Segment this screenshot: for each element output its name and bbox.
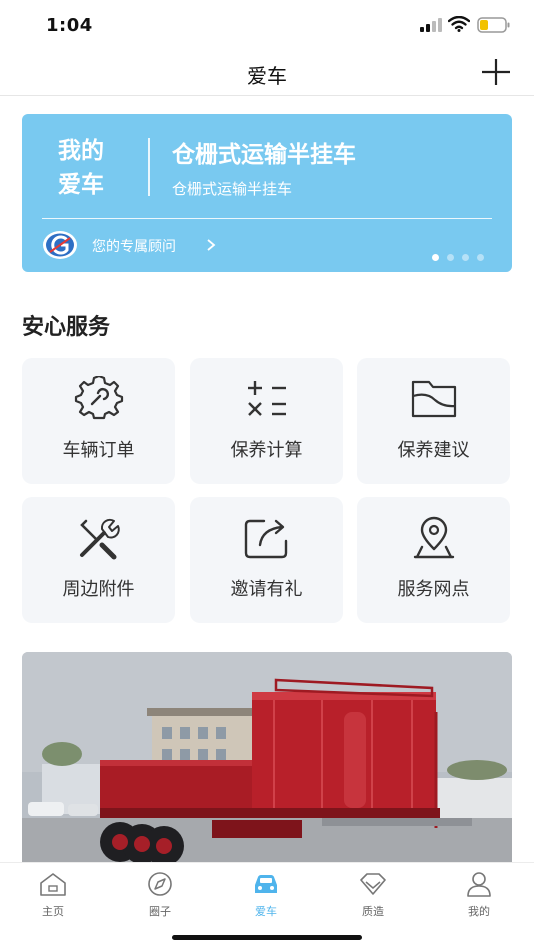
tab-label: 我的 — [468, 905, 490, 918]
service-maintenance-advice[interactable]: 保养建议 — [357, 358, 510, 484]
car-icon — [255, 875, 277, 893]
car-subtitle: 仓栅式运输半挂车 — [172, 180, 293, 198]
home-icon — [40, 873, 66, 896]
advisor-link-label[interactable]: 您的专属顾问 — [92, 236, 176, 256]
service-label: 服务网点 — [397, 579, 470, 600]
service-invite[interactable]: 邀请有礼 — [190, 497, 343, 623]
service-label: 周边附件 — [62, 579, 135, 600]
advisor-logo-icon — [43, 231, 77, 259]
tab-home[interactable]: 主页 — [18, 871, 88, 918]
my-car-heading-line2: 爱车 — [58, 172, 104, 198]
service-label: 保养建议 — [397, 440, 470, 461]
truck-photo[interactable] — [22, 652, 512, 866]
service-label: 邀请有礼 — [230, 579, 303, 600]
services-title: 安心服务 — [22, 315, 111, 340]
home-indicator — [172, 935, 362, 940]
status-bar: 1:04 — [0, 0, 534, 50]
compass-icon — [148, 872, 172, 896]
signal-icon — [420, 18, 442, 32]
service-label: 车辆订单 — [62, 440, 135, 461]
gear-wrench-icon — [74, 376, 124, 420]
service-accessories[interactable]: 周边附件 — [22, 497, 175, 623]
tab-label: 圈子 — [149, 905, 171, 918]
card-separator — [42, 218, 492, 219]
user-icon — [467, 872, 491, 897]
chevron-right-icon[interactable] — [206, 238, 216, 252]
tab-quality[interactable]: 质造 — [338, 871, 408, 918]
card-divider — [148, 138, 150, 196]
wifi-icon — [448, 16, 470, 32]
share-icon — [244, 519, 288, 559]
service-label: 保养计算 — [230, 440, 303, 461]
page-title: 爱车 — [247, 64, 287, 88]
tab-label: 爱车 — [255, 905, 277, 918]
folder-chart-icon — [411, 380, 457, 418]
battery-icon — [477, 17, 510, 33]
my-car-heading: 我的 爱车 — [58, 134, 128, 202]
carousel-dot[interactable] — [447, 254, 454, 261]
dump-trailer-image — [22, 652, 512, 866]
service-maintenance-calc[interactable]: 保养计算 — [190, 358, 343, 484]
tab-my-car[interactable]: 爱车 — [231, 871, 301, 918]
my-car-heading-line1: 我的 — [58, 138, 104, 164]
carousel-dot[interactable] — [432, 254, 439, 261]
tools-icon — [80, 518, 120, 560]
service-locations[interactable]: 服务网点 — [357, 497, 510, 623]
add-icon[interactable] — [478, 56, 514, 88]
car-title: 仓栅式运输半挂车 — [172, 142, 356, 168]
tab-circle[interactable]: 圈子 — [125, 871, 195, 918]
calculator-icon — [248, 381, 286, 416]
tab-label: 主页 — [42, 905, 64, 918]
status-time: 1:04 — [46, 15, 93, 36]
location-pin-icon — [413, 516, 455, 559]
tab-label: 质造 — [362, 905, 384, 918]
my-car-card[interactable]: 我的 爱车 仓栅式运输半挂车 仓栅式运输半挂车 您的专属顾问 — [22, 114, 512, 272]
diamond-icon — [360, 873, 386, 895]
nav-bar: 爱车 — [0, 50, 534, 96]
carousel-dot[interactable] — [462, 254, 469, 261]
service-vehicle-orders[interactable]: 车辆订单 — [22, 358, 175, 484]
tab-mine[interactable]: 我的 — [444, 871, 514, 918]
carousel-dot[interactable] — [477, 254, 484, 261]
